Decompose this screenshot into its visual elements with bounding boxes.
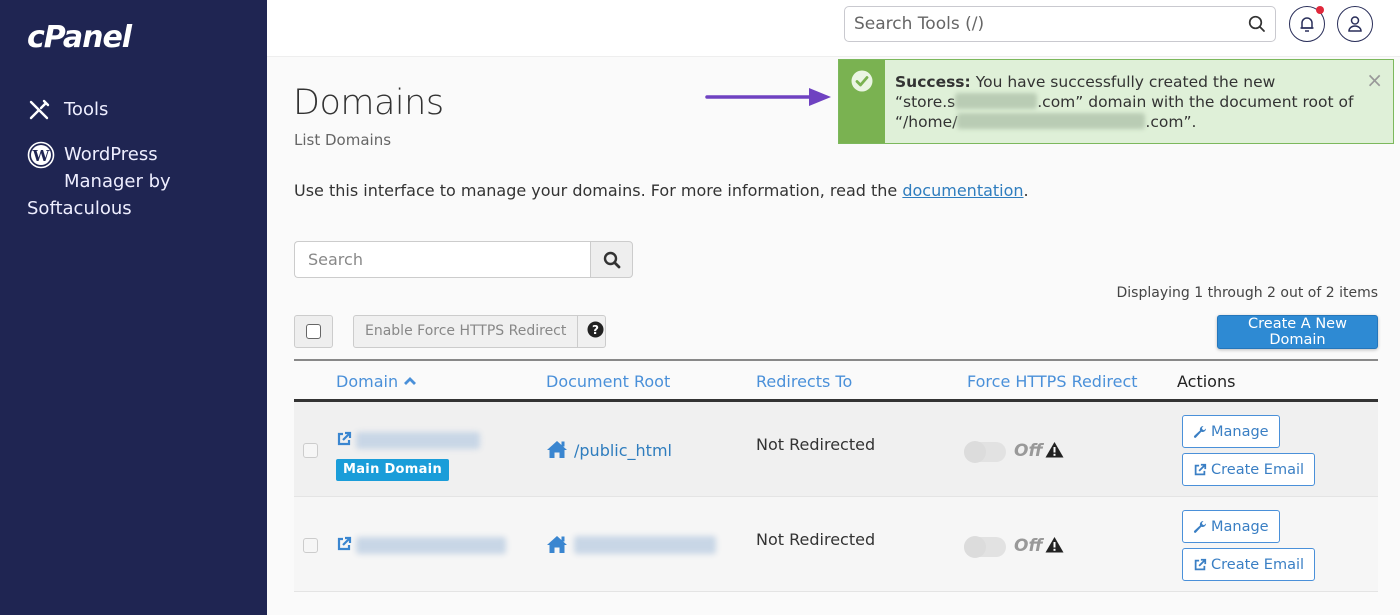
documentation-link[interactable]: documentation: [902, 181, 1023, 200]
help-icon[interactable]: ?: [587, 321, 604, 338]
check-circle-icon: [851, 70, 873, 92]
alert-line2-prefix: “store.s: [895, 93, 956, 111]
search-icon: [603, 251, 620, 268]
user-icon: [1348, 16, 1362, 32]
sidebar-item-label-line1: WordPress: [64, 144, 158, 165]
sort-ascending-icon: [404, 377, 417, 385]
sidebar-item-label-line2: Manager by: [64, 171, 171, 192]
table-header: Domain Document Root Redirects To Force …: [294, 359, 1378, 402]
alert-title: Success:: [895, 73, 971, 91]
search-tools-box: [844, 6, 1276, 42]
alert-line2-suffix: .com” domain with the document root of: [1037, 93, 1354, 111]
force-https-toggle[interactable]: [964, 536, 1006, 558]
column-header-domain[interactable]: Domain: [336, 372, 417, 391]
row-checkbox[interactable]: [303, 443, 318, 458]
alert-side-bar: [839, 60, 885, 143]
create-new-domain-button[interactable]: Create A New Domain: [1217, 315, 1378, 349]
manage-button[interactable]: Manage: [1182, 510, 1280, 543]
display-count: Displaying 1 through 2 out of 2 items: [1116, 285, 1378, 301]
redirects-to-value: Not Redirected: [756, 530, 876, 549]
home-icon: [547, 441, 567, 458]
manage-button[interactable]: Manage: [1182, 415, 1280, 448]
checkbox-box: [306, 324, 321, 339]
domains-table: Domain Document Root Redirects To Force …: [294, 359, 1378, 592]
intro-text-end: .: [1023, 181, 1029, 200]
success-alert: Success: You have successfully created t…: [838, 59, 1394, 144]
svg-text:W: W: [32, 147, 51, 165]
tools-icon: [27, 96, 55, 123]
notification-dot: [1316, 6, 1324, 14]
warning-icon: [1045, 537, 1064, 553]
svg-text:?: ?: [592, 323, 599, 337]
notifications-button[interactable]: [1289, 6, 1325, 42]
column-header-force-https[interactable]: Force HTTPS Redirect: [967, 372, 1138, 391]
bell-icon: [1300, 17, 1314, 32]
wrench-icon: [1193, 425, 1206, 438]
domain-search-input[interactable]: [294, 241, 590, 278]
sidebar-item-label-line3: Softaculous: [27, 198, 132, 219]
create-email-button[interactable]: Create Email: [1182, 453, 1316, 486]
external-link-icon[interactable]: [336, 536, 352, 552]
intro-text-body: Use this interface to manage your domain…: [294, 181, 903, 200]
alert-message: Success: You have successfully created t…: [885, 60, 1393, 143]
alert-line1: You have successfully created the new: [975, 73, 1276, 91]
main-domain-badge: Main Domain: [336, 459, 449, 481]
alert-line3-suffix: .com”.: [1145, 113, 1197, 131]
sidebar-item-tools[interactable]: Tools: [27, 96, 108, 123]
bulk-action-label[interactable]: Enable Force HTTPS Redirect: [354, 316, 579, 347]
redacted-path: [957, 113, 1146, 129]
home-icon: [547, 536, 567, 553]
external-link-icon: [1194, 463, 1207, 475]
redacted-domain: [955, 93, 1038, 109]
user-menu-button[interactable]: [1337, 6, 1373, 42]
create-email-button[interactable]: Create Email: [1182, 548, 1316, 581]
column-header-actions: Actions: [1177, 372, 1236, 391]
document-root-link[interactable]: [574, 536, 716, 554]
sidebar-item-label: Tools: [64, 99, 109, 120]
toggle-knob: [964, 441, 986, 463]
domain-search-button[interactable]: [590, 241, 633, 278]
annotation-arrow: [705, 88, 831, 106]
column-header-document-root[interactable]: Document Root: [546, 372, 670, 391]
page-subtitle: List Domains: [294, 131, 392, 149]
topbar: [267, 0, 1400, 57]
wrench-icon: [1193, 520, 1206, 533]
cpanel-logo[interactable]: cPanel: [27, 20, 132, 55]
domain-name[interactable]: [356, 432, 480, 449]
bulk-action-button[interactable]: Enable Force HTTPS Redirect: [353, 315, 607, 348]
search-icon[interactable]: [1243, 10, 1271, 38]
toggle-knob: [964, 536, 986, 558]
domain-name[interactable]: [356, 537, 506, 554]
close-icon[interactable]: ×: [1366, 70, 1383, 90]
external-link-icon: [1194, 558, 1207, 570]
force-https-status: Off: [1014, 536, 1043, 556]
intro-text: Use this interface to manage your domain…: [294, 181, 1029, 200]
table-row: Not Redirected Off Manage Create Email: [294, 497, 1378, 592]
external-link-icon[interactable]: [336, 431, 352, 447]
row-checkbox[interactable]: [303, 538, 318, 553]
select-all-checkbox[interactable]: [294, 315, 333, 348]
wordpress-icon: W: [27, 141, 55, 168]
force-https-toggle[interactable]: [964, 441, 1006, 463]
warning-icon: [1045, 442, 1064, 458]
page-title: Domains: [293, 83, 444, 123]
table-row: Main Domain /public_html Not Redirected …: [294, 402, 1378, 497]
column-header-redirects-to[interactable]: Redirects To: [756, 372, 852, 391]
alert-line3-prefix: “/home/: [895, 113, 958, 131]
document-root-link[interactable]: /public_html: [574, 441, 672, 460]
sidebar-item-wordpress-manager[interactable]: W WordPress Manager by Softaculous: [27, 141, 227, 222]
redirects-to-value: Not Redirected: [756, 435, 876, 454]
force-https-status: Off: [1014, 441, 1043, 461]
domain-search-group: [294, 241, 633, 278]
sidebar: cPanel Tools W WordPress Manager by Soft…: [0, 0, 267, 615]
search-tools-input[interactable]: [854, 14, 1243, 34]
